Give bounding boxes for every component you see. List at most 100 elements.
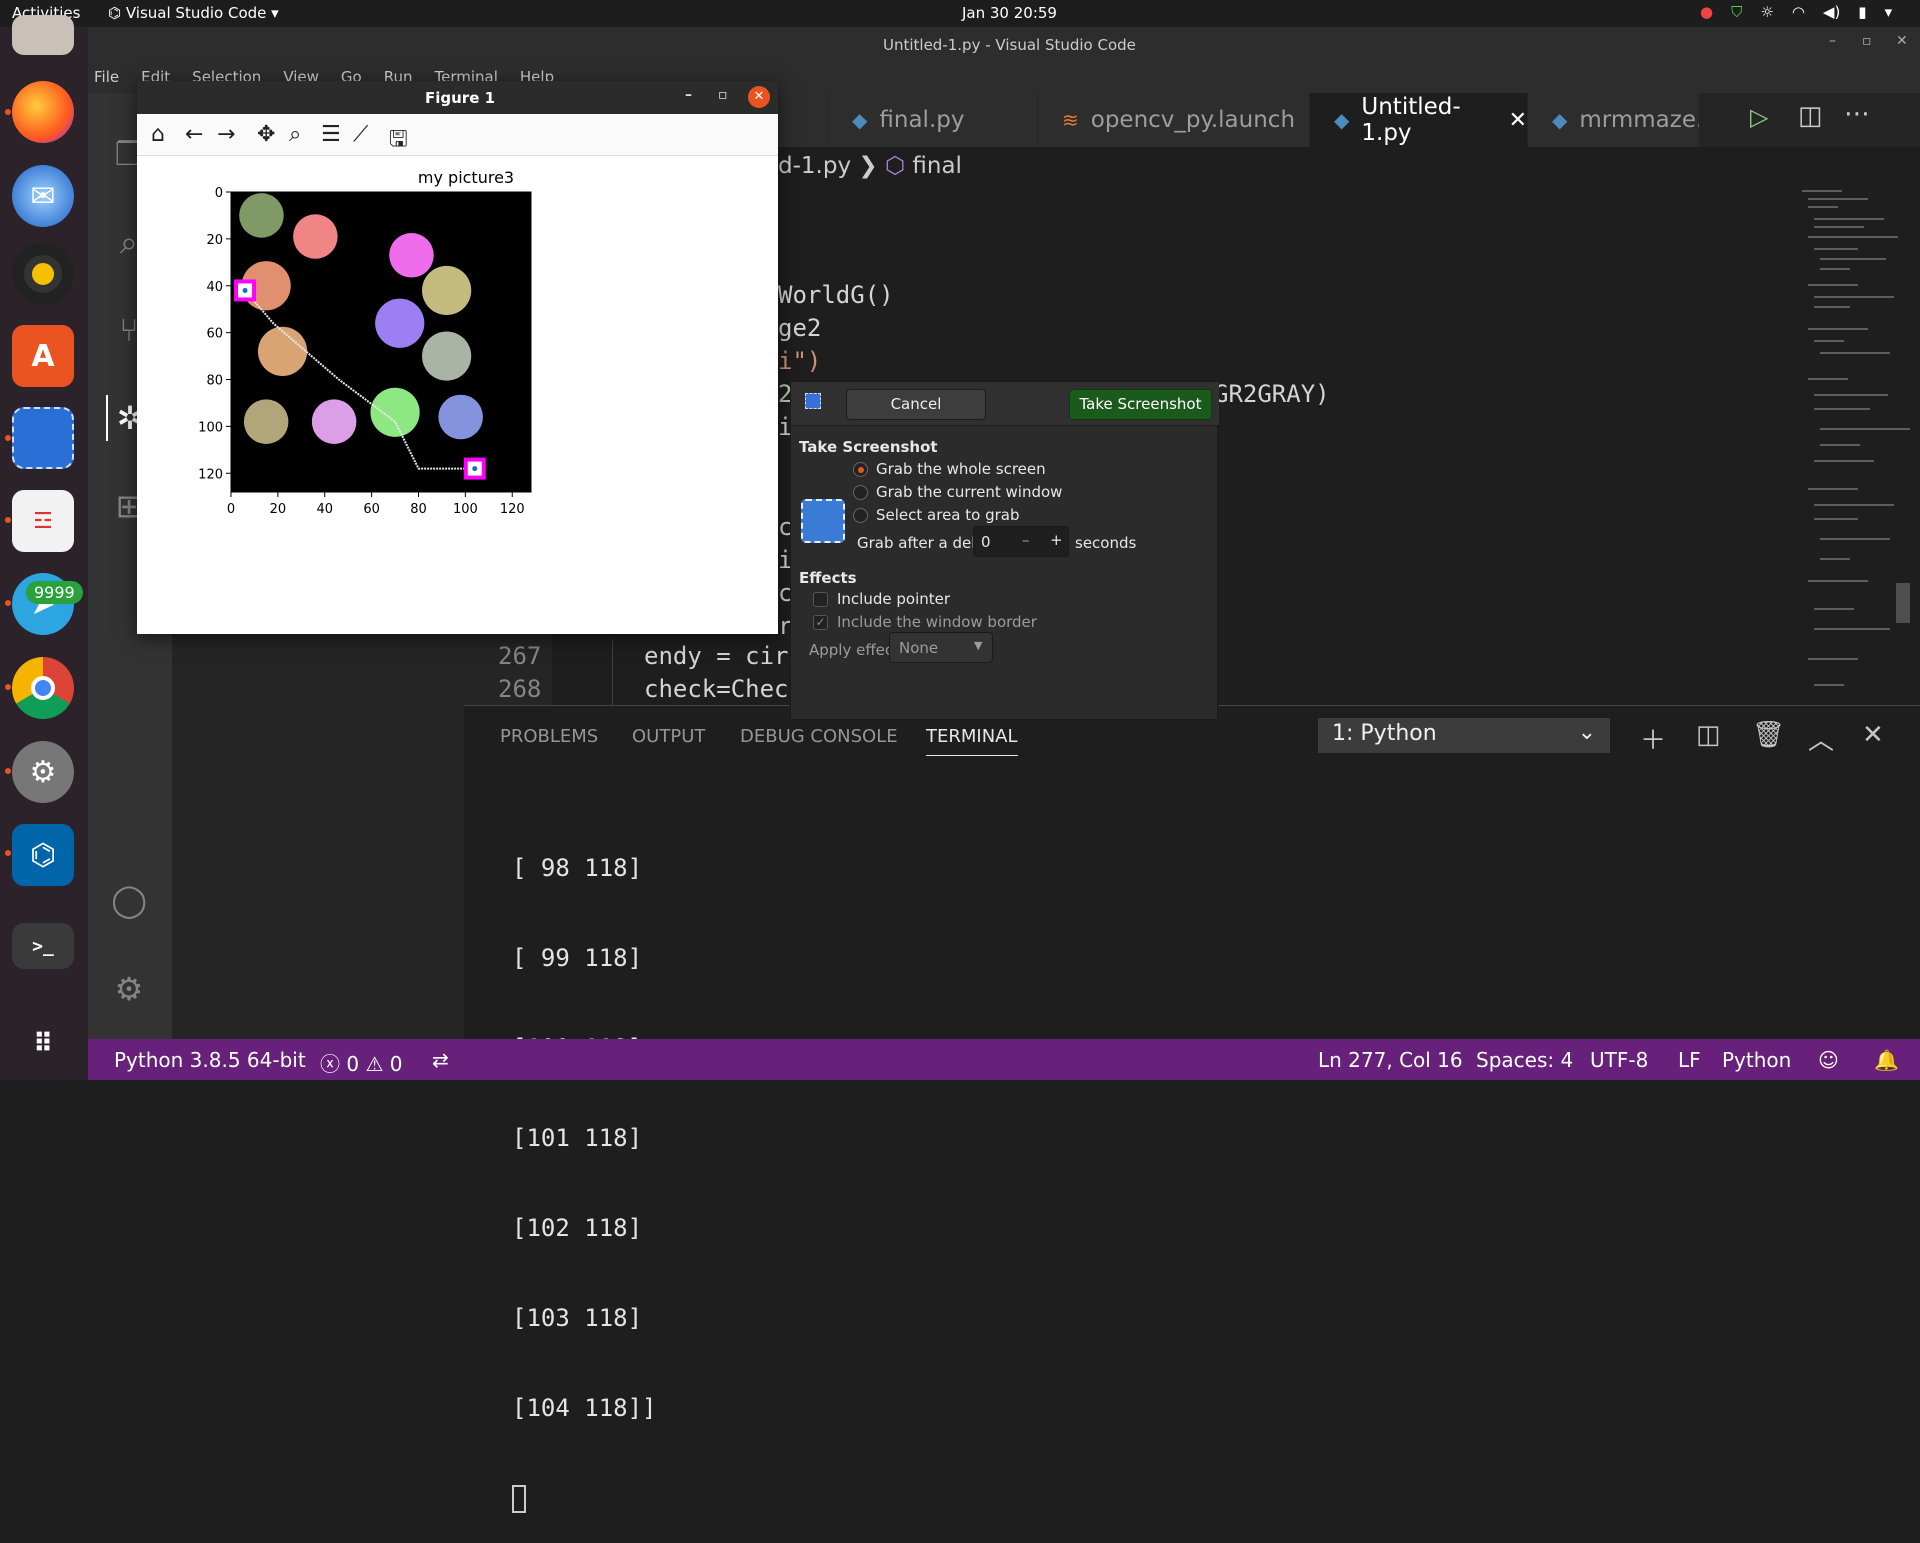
tab-output[interactable]: OUTPUT [632,726,705,747]
vscode-icon[interactable]: ⌬ [12,824,74,886]
indentation[interactable]: Spaces: 4 [1476,1048,1573,1072]
files-icon[interactable] [12,15,74,55]
thunderbird-icon[interactable]: ✉ [12,165,74,227]
tab-final-py[interactable]: ◆ final.py [828,93,1038,147]
tab-opencv-launch[interactable]: ≋ opencv_py.launch [1038,93,1310,147]
checkbox-include-border[interactable]: ✓ [813,615,828,630]
terminal-line: [ 99 118] [512,944,643,972]
trash-icon[interactable]: 🗑 [1752,720,1785,750]
split-editor-icon[interactable]: ◫ [1798,101,1823,131]
zoom-icon[interactable]: ⌕ [289,122,301,147]
tab-debug-console[interactable]: DEBUG CONSOLE [740,726,898,747]
run-icon[interactable]: ▷ [1750,103,1768,131]
configure-subplots-icon[interactable]: ☰ [321,122,341,147]
radio-select-area[interactable] [853,508,868,523]
app-menu[interactable]: ⌬ Visual Studio Code ▾ [108,4,279,22]
cancel-button[interactable]: Cancel [846,389,986,420]
radio-whole-screen[interactable] [853,462,868,477]
software-center-icon[interactable]: A [12,325,74,387]
apply-effect-dropdown[interactable]: None ▼ [889,632,993,663]
figure-canvas[interactable]: my picture3 0 20 40 60 80 100 120 0 20 40 60 80 100 1… [137,156,778,634]
document-viewer-icon[interactable]: ☲ [12,490,74,552]
maximize-icon[interactable]: ▫ [1862,33,1872,49]
increment-icon[interactable]: + [1050,531,1063,549]
split-terminal-icon[interactable]: ◫ [1696,720,1721,750]
checkbox-include-pointer-label[interactable]: Include pointer [837,590,950,608]
radio-select-area-label[interactable]: Select area to grab [876,506,1020,524]
close-icon[interactable]: ✕ [1896,33,1908,49]
minimize-icon[interactable]: – [685,87,692,103]
terminal-select[interactable]: 1: Python ⌄ [1318,718,1610,753]
live-share-icon[interactable]: ⇄ [432,1048,449,1072]
delay-spinbutton[interactable]: 0 – + [973,526,1069,557]
system-tray[interactable]: ● ⛉ ☼ ◠ ◀) ▮ ▾ [1700,3,1892,21]
account-icon[interactable]: ◯ [106,877,152,923]
save-icon[interactable]: 🖫 [389,122,408,160]
chrome-tray-icon[interactable]: ● [1700,3,1713,21]
more-actions-icon[interactable]: ⋯ [1844,99,1870,129]
pan-icon[interactable]: ✥ [257,122,275,147]
encoding[interactable]: UTF-8 [1590,1048,1648,1072]
screenshot-app-icon[interactable] [12,407,74,469]
gear-icon[interactable]: ⚙ [106,966,152,1012]
new-terminal-icon[interactable]: ＋ [1640,720,1666,757]
tab-mrmmaze[interactable]: ◆ mrmmaze.p [1528,93,1700,147]
python-interpreter[interactable]: Python 3.8.5 64-bit [114,1048,306,1072]
tab-terminal[interactable]: TERMINAL [926,726,1018,756]
minimize-icon[interactable]: – [1829,33,1836,49]
screenshot-dialog: Cancel Take Screenshot Take Screenshot G… [790,381,1219,720]
octagon-blob [422,265,472,316]
close-tab-icon[interactable]: ✕ [1509,108,1527,133]
back-icon[interactable]: ← [185,122,203,147]
rhythmbox-icon[interactable] [12,243,74,305]
radio-current-window[interactable] [853,485,868,500]
x-tick-label: 100 [453,502,478,517]
settings-icon[interactable]: ⚙ [12,741,74,803]
minimap-slider[interactable] [1896,583,1910,623]
terminal-output[interactable]: [ 98 118] [ 99 118] [100 118] [101 118] … [512,793,657,1543]
chevron-down-icon[interactable]: ▾ [1885,3,1893,21]
radio-whole-screen-label[interactable]: Grab the whole screen [876,460,1046,478]
volume-icon: ◀) [1822,3,1841,21]
error-count: 0 [346,1052,360,1076]
y-tick-label: 0 [215,186,223,201]
forward-icon[interactable]: → [217,122,235,147]
firefox-icon[interactable] [12,81,74,143]
terminal-icon[interactable]: >_ [12,923,74,969]
cursor-position[interactable]: Ln 277, Col 16 [1318,1048,1463,1072]
home-icon[interactable]: ⌂ [151,122,165,147]
maximize-icon[interactable]: ▫ [718,87,728,103]
edit-curves-icon[interactable]: ⟋ [353,122,368,147]
screenshot-large-icon [801,499,845,543]
close-icon[interactable]: ✕ [748,86,770,108]
checkbox-include-border-label[interactable]: Include the window border [837,613,1037,631]
code-line: check=Chec [644,675,789,703]
feedback-icon[interactable]: ☺ [1818,1048,1839,1072]
menu-file[interactable]: File [94,68,119,93]
take-screenshot-button[interactable]: Take Screenshot [1069,389,1212,420]
line-ending[interactable]: LF [1678,1048,1701,1072]
screenshot-dialog-header: Cancel Take Screenshot [791,382,1219,426]
breadcrumb-symbol[interactable]: final [912,153,962,179]
decrement-icon[interactable]: – [1022,531,1030,549]
clock[interactable]: Jan 30 20:59 [962,4,1057,22]
delay-unit: seconds [1075,534,1137,552]
chrome-icon[interactable] [12,657,74,719]
delay-value[interactable]: 0 [981,533,991,551]
bell-icon[interactable]: 🔔 [1874,1048,1899,1072]
breadcrumb-file[interactable]: d-1.py [778,153,851,179]
brightness-icon: ☼ [1760,3,1774,21]
problems-count[interactable]: ⓧ 0 ⚠ 0 [320,1048,402,1077]
radio-current-window-label[interactable]: Grab the current window [876,483,1062,501]
tab-untitled-1[interactable]: ◆ Untitled-1.py ✕ [1310,93,1528,147]
minimap[interactable] [1800,188,1910,708]
close-panel-icon[interactable]: ✕ [1862,720,1884,750]
checkbox-include-pointer[interactable] [813,592,828,607]
window-title: Untitled-1.py - Visual Studio Code [883,36,1136,54]
tab-problems[interactable]: PROBLEMS [500,726,598,747]
language-mode[interactable]: Python [1722,1048,1791,1072]
octagon-blob [293,214,338,259]
show-applications-icon[interactable]: ⠿ [12,1013,74,1075]
shield-icon[interactable]: ⛉ [1731,3,1742,21]
maximize-panel-icon[interactable]: ︿ [1808,720,1834,757]
